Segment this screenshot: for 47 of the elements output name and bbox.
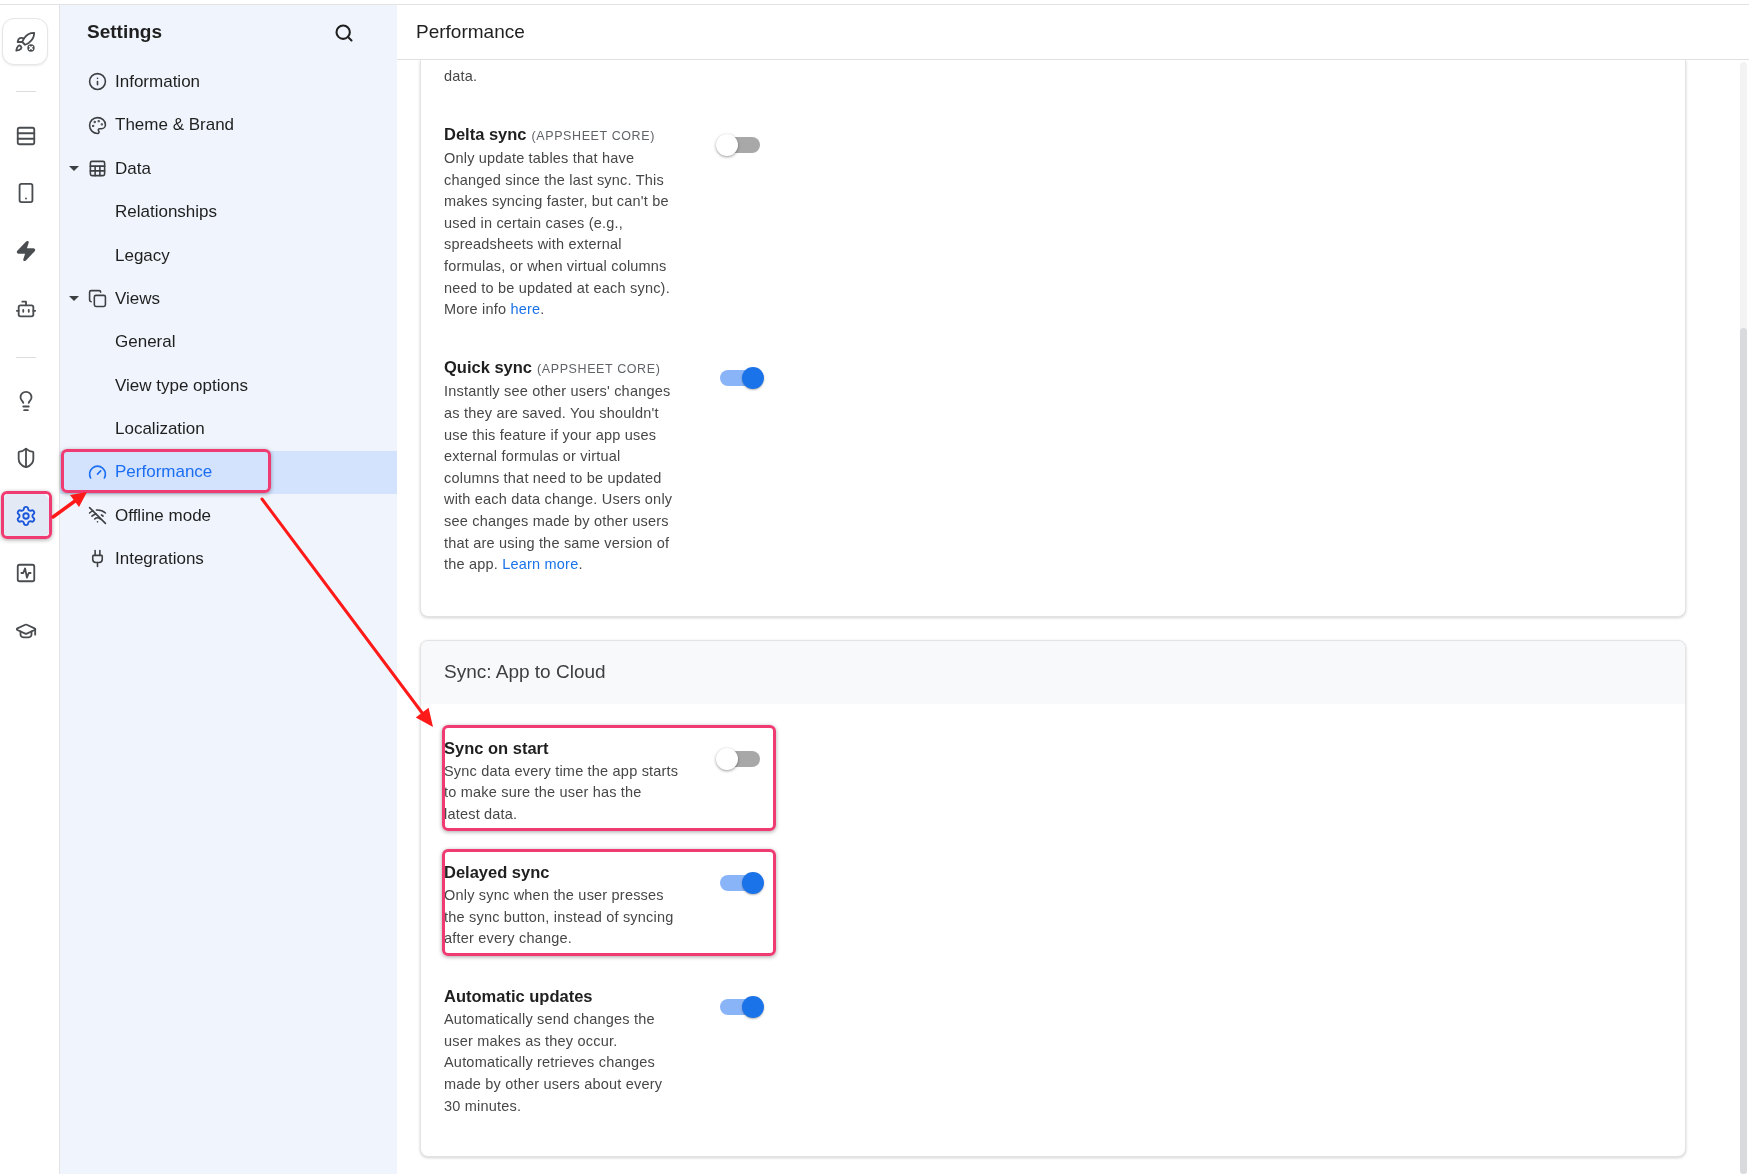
section-header: Sync: App to Cloud bbox=[421, 640, 1685, 704]
setting-tag: (APPSHEET CORE) bbox=[531, 129, 655, 144]
search-icon bbox=[334, 22, 354, 43]
setting-description: Automatically send changes the user makes as they occur. Automatically retrieves changes made by other users about every 30 minutes. bbox=[444, 1010, 664, 1116]
sidebar-item[interactable]: General bbox=[60, 320, 397, 364]
table-icon bbox=[15, 124, 37, 147]
setting-description: Only update tables that have changed since the last sync. This makes syncing faster, but can't be used in certain cases (e.g., spreadsheets with external formulas, or when virtual columns need to be updated at each sync). More info here. bbox=[444, 149, 671, 320]
setting-tag: (APPSHEET CORE) bbox=[537, 362, 661, 377]
sidebar-item[interactable]: View type options bbox=[60, 363, 397, 408]
sidebar-item[interactable]: Performance bbox=[60, 450, 397, 494]
info-icon bbox=[88, 72, 107, 92]
sidebar-item[interactable]: Theme & Brand bbox=[60, 103, 397, 147]
sidebar-item[interactable]: Offline mode bbox=[60, 493, 397, 538]
text-link[interactable]: Learn more bbox=[502, 556, 579, 573]
text-link[interactable]: here bbox=[510, 301, 541, 318]
pulse-monitor-icon bbox=[15, 562, 37, 585]
sidebar-item[interactable]: Data bbox=[60, 146, 397, 191]
scrollbar[interactable] bbox=[1740, 62, 1747, 1174]
sidebar-item[interactable]: Legacy bbox=[60, 233, 397, 277]
sidebar-item[interactable]: Integrations bbox=[60, 537, 397, 581]
sidebar-item[interactable]: Relationships bbox=[60, 190, 397, 234]
lightning-icon bbox=[15, 239, 37, 262]
setting-description: Only sync when the user presses the sync button, instead of syncing after every change. bbox=[444, 885, 675, 949]
gauge-icon bbox=[88, 462, 107, 482]
setting-title: Delta sync bbox=[444, 125, 527, 144]
sidebar-item[interactable]: Localization bbox=[60, 407, 397, 451]
scrollbar-thumb[interactable] bbox=[1740, 328, 1747, 1174]
sidebar-item[interactable]: Information bbox=[60, 60, 397, 104]
setting-title: Delayed sync bbox=[444, 862, 550, 881]
setting-description: Sync data every time the app starts to make sure the user has the latest data. bbox=[444, 761, 680, 824]
setting-description: data. bbox=[444, 67, 479, 86]
page-title: Performance bbox=[416, 19, 525, 44]
logo-tile[interactable] bbox=[2, 18, 48, 65]
setting-description: Instantly see other users' changes as they are saved. You shouldn't use this feature if your app uses external formulas or virtual columns that need to be updated with each data change. Users only see changes made by other users that are using the same version of the app. Learn more. bbox=[444, 382, 674, 575]
annotation-arrow bbox=[51, 492, 87, 519]
sidebar-item[interactable]: Views bbox=[60, 276, 397, 321]
setting-title: Quick sync bbox=[444, 358, 533, 377]
table-icon bbox=[88, 158, 107, 178]
wifi-off-icon bbox=[88, 506, 107, 526]
shield-icon bbox=[15, 447, 37, 470]
palette-icon bbox=[88, 115, 107, 135]
setting-title: Automatic updates bbox=[444, 987, 593, 1006]
settings-icon bbox=[15, 504, 37, 527]
setting-title: Sync on start bbox=[444, 738, 549, 757]
sidebar-title: Settings bbox=[87, 20, 162, 45]
stacked-squares-icon bbox=[88, 289, 107, 309]
rocket-icon bbox=[14, 30, 36, 53]
